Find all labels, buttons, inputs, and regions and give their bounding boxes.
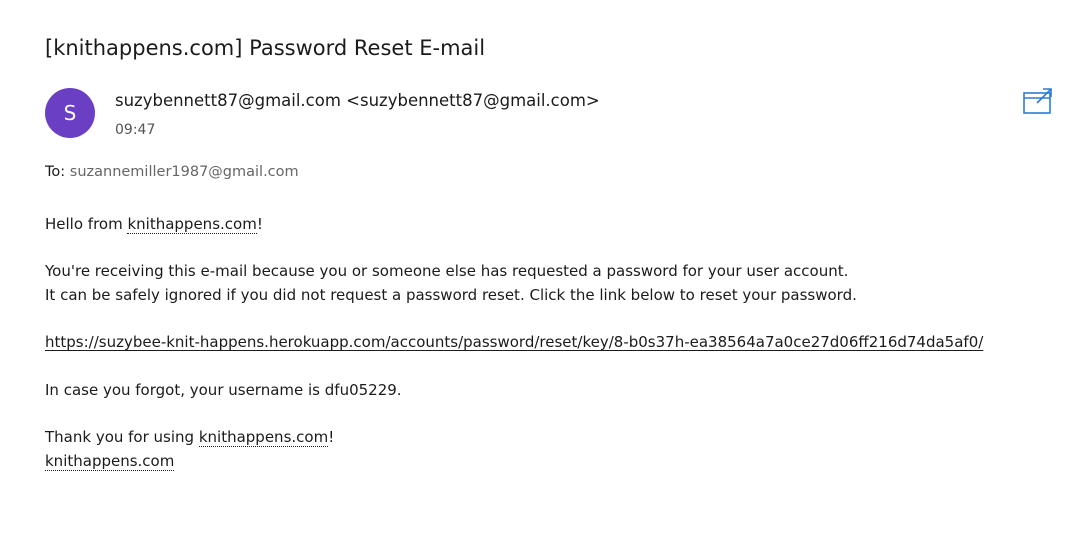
body-paragraph-line-1: You're receiving this e-mail because you… bbox=[45, 262, 849, 280]
thanks-suffix: ! bbox=[328, 428, 335, 446]
username-line: In case you forgot, your username is dfu… bbox=[45, 381, 402, 399]
sent-time: 09:47 bbox=[115, 122, 156, 138]
thanks-site-link[interactable]: knithappens.com bbox=[198, 428, 329, 447]
greeting-line: Hello from knithappens.com! bbox=[45, 213, 263, 235]
body-paragraph-line-2: It can be safely ignored if you did not … bbox=[45, 286, 857, 304]
greeting-prefix: Hello from bbox=[45, 215, 128, 233]
recipient-line: To: suzannemiller1987@gmail.com bbox=[45, 162, 299, 182]
sender-display[interactable]: suzybennett87@gmail.com <suzybennett87@g… bbox=[115, 89, 600, 113]
signature-line: knithappens.com bbox=[45, 450, 175, 472]
recipient-address[interactable]: suzannemiller1987@gmail.com bbox=[70, 164, 299, 180]
open-in-new-window-icon-graphic bbox=[1023, 88, 1052, 114]
sender-avatar: S bbox=[45, 88, 95, 138]
signature-site-link[interactable]: knithappens.com bbox=[45, 452, 175, 471]
thanks-prefix: Thank you for using bbox=[45, 428, 199, 446]
reset-url-line: https://suzybee-knit-happens.herokuapp.c… bbox=[45, 331, 983, 353]
to-label: To: bbox=[45, 164, 66, 180]
thanks-line: Thank you for using knithappens.com! bbox=[45, 426, 334, 448]
password-reset-link[interactable]: https://suzybee-knit-happens.herokuapp.c… bbox=[45, 333, 983, 351]
greeting-site-link[interactable]: knithappens.com bbox=[127, 215, 257, 234]
open-in-new-window-icon[interactable] bbox=[1022, 87, 1054, 117]
greeting-suffix: ! bbox=[256, 215, 263, 233]
email-subject: [knithappens.com] Password Reset E-mail bbox=[45, 36, 486, 60]
